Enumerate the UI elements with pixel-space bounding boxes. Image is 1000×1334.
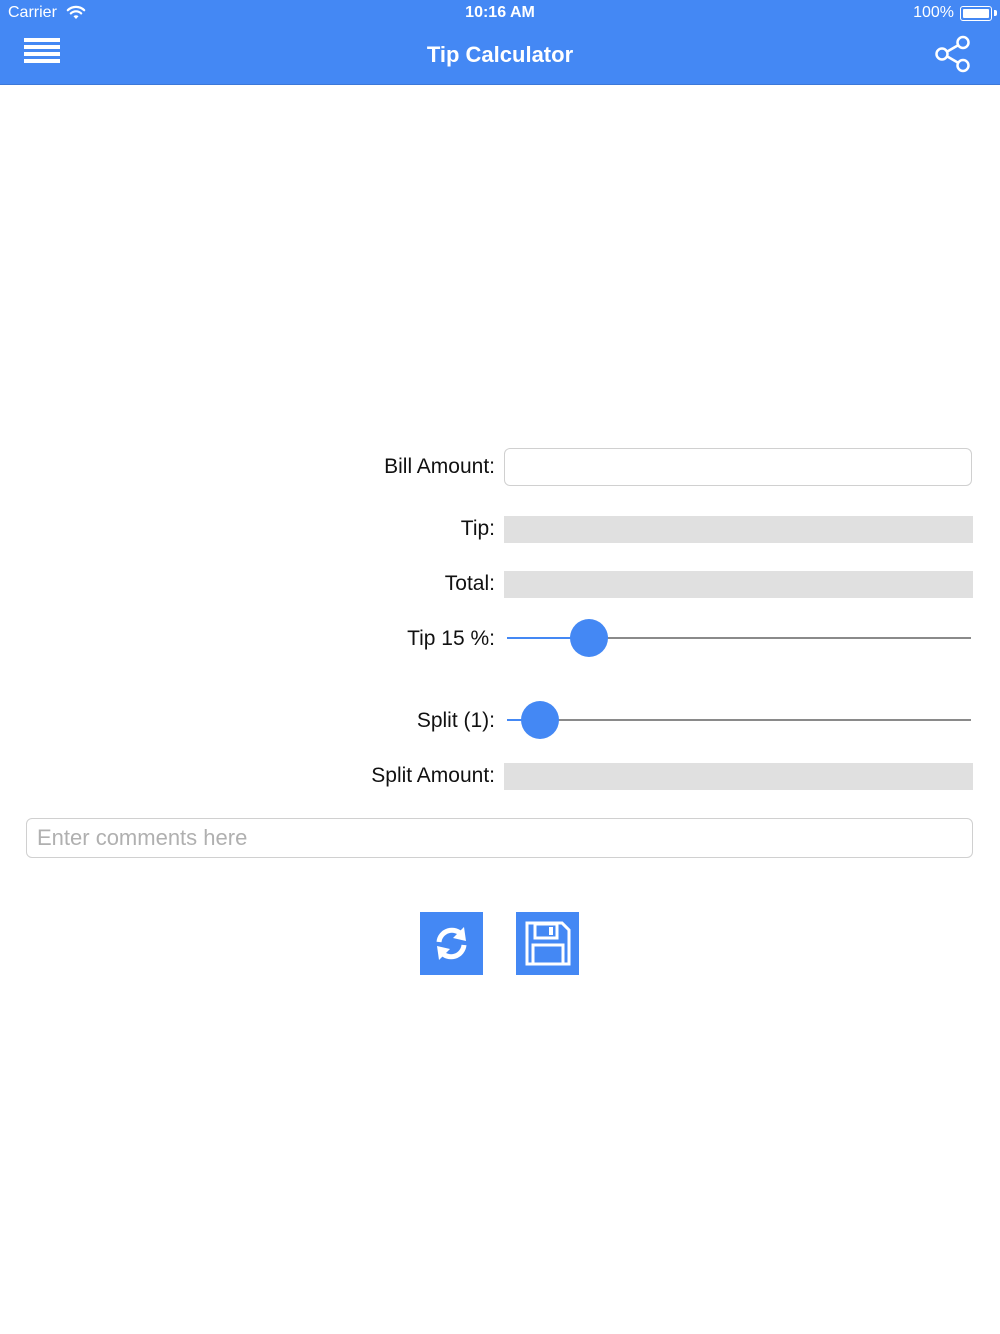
save-button[interactable] xyxy=(516,912,579,975)
comments-input[interactable]: Enter comments here xyxy=(26,818,973,858)
slider-thumb[interactable] xyxy=(570,619,608,657)
slider-track xyxy=(507,719,971,721)
app-header: Carrier 10:16 AM 100% Tip Calculator xyxy=(0,0,1000,85)
tip-percent-label: Tip 15 %: xyxy=(407,627,495,650)
tip-percent-slider[interactable] xyxy=(507,618,971,658)
save-floppy-icon xyxy=(525,921,571,966)
page-title: Tip Calculator xyxy=(426,42,574,67)
split-amount-label: Split Amount: xyxy=(371,764,495,787)
bill-amount-label: Bill Amount: xyxy=(384,455,495,478)
battery-nub xyxy=(994,10,997,16)
battery-icon xyxy=(960,6,992,21)
status-time: 10:16 AM xyxy=(465,4,535,21)
bill-amount-input[interactable] xyxy=(504,448,972,486)
total-value xyxy=(504,571,973,598)
refresh-icon xyxy=(436,927,467,960)
battery-percent: 100% xyxy=(913,4,954,21)
total-label: Total: xyxy=(444,572,495,595)
split-label: Split (1): xyxy=(416,709,495,732)
share-icon[interactable] xyxy=(934,35,972,73)
split-slider[interactable] xyxy=(507,700,971,740)
tip-value xyxy=(504,516,973,543)
slider-thumb[interactable] xyxy=(521,701,559,739)
split-amount-value xyxy=(504,763,973,790)
tip-label: Tip: xyxy=(460,517,495,540)
refresh-button[interactable] xyxy=(420,912,483,975)
status-bar: Carrier 10:16 AM 100% xyxy=(0,0,1000,28)
